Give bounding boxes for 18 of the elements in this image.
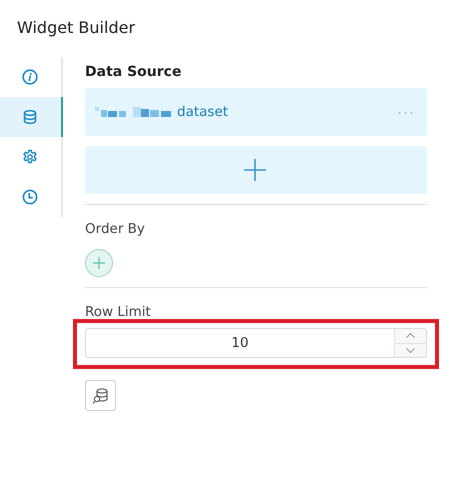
chevron-down-icon <box>406 348 415 353</box>
settings-icon <box>22 149 38 165</box>
dataset-card[interactable]: dataset ··· <box>85 88 427 136</box>
chevron-up-icon <box>406 333 415 338</box>
add-order-button[interactable] <box>85 249 113 277</box>
section-label: Data Source <box>85 64 182 80</box>
section-label: Row Limit <box>85 304 151 320</box>
database-search-icon <box>92 386 110 404</box>
info-icon <box>22 69 38 85</box>
plus-icon <box>93 257 105 269</box>
sidebar-tab[interactable] <box>0 97 63 137</box>
database-icon <box>22 109 38 125</box>
window-title: Widget Builder <box>17 18 136 37</box>
dataset-name: dataset <box>177 104 228 120</box>
query-button[interactable] <box>85 380 116 411</box>
clock-icon <box>22 189 38 205</box>
section-label: Order By <box>85 221 145 237</box>
plus-icon <box>244 159 266 181</box>
